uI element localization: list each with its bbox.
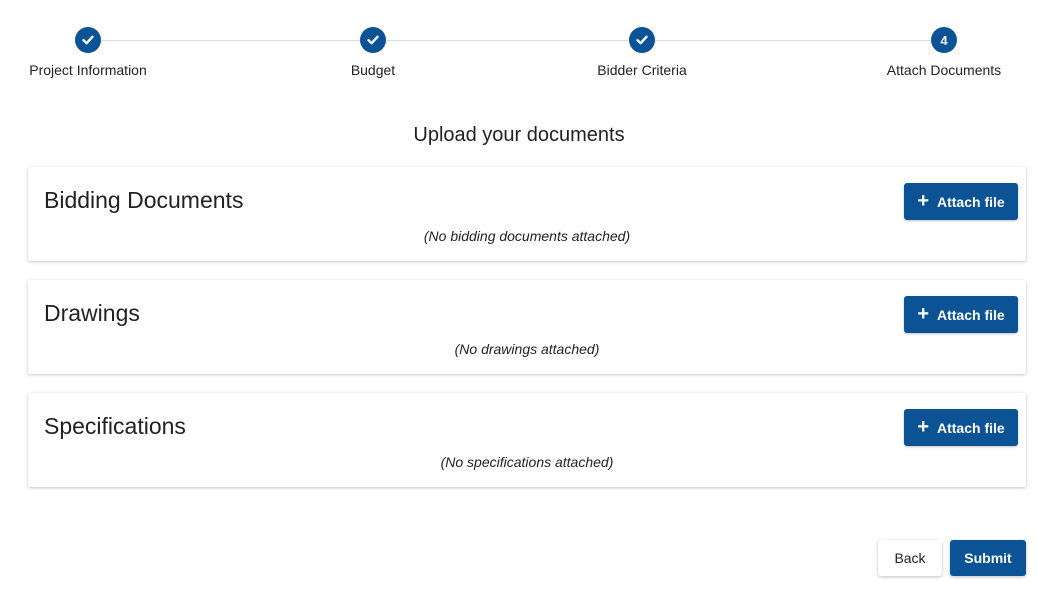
- back-button[interactable]: Back: [878, 540, 942, 576]
- step-label: Project Information: [29, 62, 147, 78]
- check-icon: [629, 27, 655, 53]
- button-label: Attach file: [937, 193, 1005, 210]
- step-label: Bidder Criteria: [597, 62, 687, 78]
- attach-bidding-documents-button[interactable]: + Attach file: [904, 183, 1018, 220]
- button-label: Attach file: [937, 419, 1005, 436]
- bidding-documents-section: Bidding Documents + Attach file (No bidd…: [28, 167, 1026, 261]
- plus-icon: +: [917, 302, 929, 325]
- step-label: Budget: [350, 62, 396, 78]
- empty-state-text: (No drawings attached): [454, 341, 600, 357]
- step-project-information[interactable]: Project Information: [0, 27, 178, 78]
- empty-state-text: (No bidding documents attached): [423, 228, 631, 244]
- empty-state-text: (No specifications attached): [440, 454, 614, 470]
- drawings-section: Drawings + Attach file (No drawings atta…: [28, 280, 1026, 374]
- plus-icon: +: [917, 189, 929, 212]
- section-title: Drawings: [44, 300, 140, 326]
- check-icon: [75, 27, 101, 53]
- specifications-section: Specifications + Attach file (No specifi…: [28, 393, 1026, 487]
- section-title: Specifications: [44, 413, 186, 439]
- step-bidder-criteria[interactable]: Bidder Criteria: [552, 27, 732, 78]
- submit-button[interactable]: Submit: [950, 540, 1026, 576]
- step-label: Attach Documents: [886, 62, 1002, 78]
- step-number-badge: 4: [931, 27, 957, 53]
- check-icon: [360, 27, 386, 53]
- attach-drawings-button[interactable]: + Attach file: [904, 296, 1018, 333]
- button-label: Attach file: [937, 306, 1005, 323]
- step-attach-documents[interactable]: 4 Attach Documents: [854, 27, 1034, 78]
- plus-icon: +: [917, 415, 929, 438]
- section-title: Bidding Documents: [44, 187, 244, 213]
- progress-stepper: Project Information Budget Bidder Criter…: [0, 0, 1038, 100]
- attach-specifications-button[interactable]: + Attach file: [904, 409, 1018, 446]
- step-budget[interactable]: Budget: [283, 27, 463, 78]
- page-title: Upload your documents: [413, 124, 625, 146]
